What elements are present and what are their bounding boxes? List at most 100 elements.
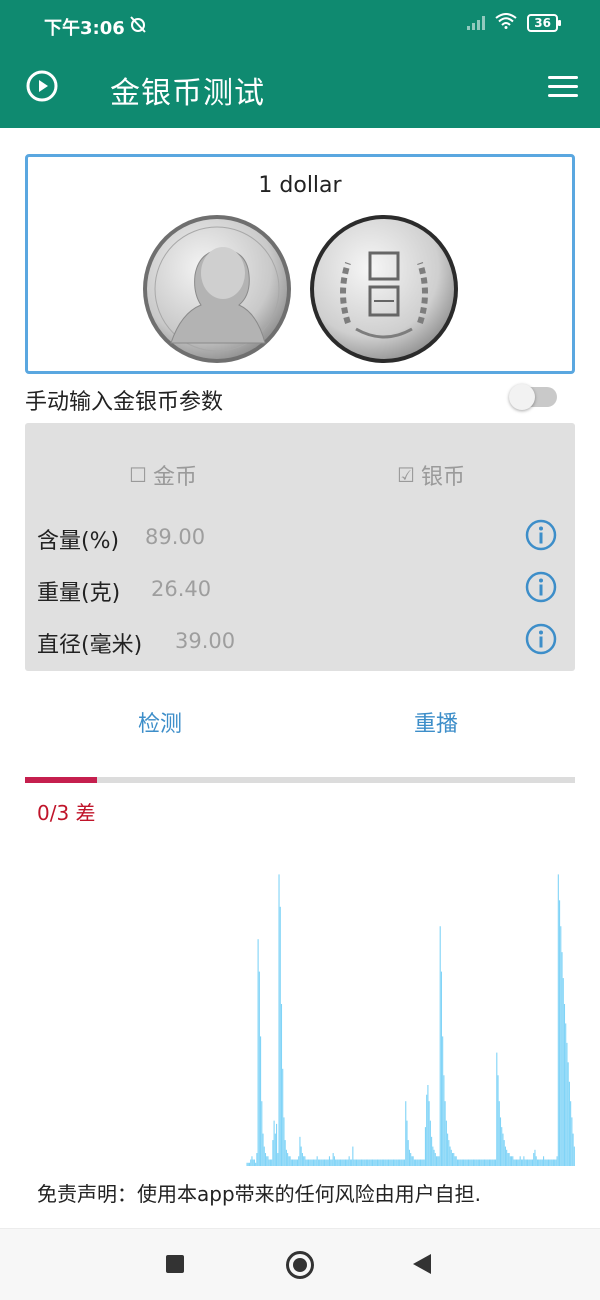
waveform-bar (464, 1159, 466, 1166)
progress-fill (25, 777, 97, 783)
waveform-bar (423, 1159, 425, 1166)
waveform-bar (408, 1149, 410, 1166)
battery-icon: 36 (527, 14, 561, 32)
gold-coin-checkbox[interactable]: ☐ 金币 (129, 459, 197, 491)
waveform-bar (368, 1159, 370, 1166)
coin-card[interactable]: 1 dollar (25, 154, 575, 374)
waveform-bar (269, 1159, 271, 1166)
waveform-bar (271, 1159, 273, 1166)
waveform-bar (316, 1156, 318, 1166)
waveform-bar (450, 1149, 452, 1166)
waveform-bar (354, 1159, 356, 1166)
purity-info-icon[interactable] (525, 519, 557, 551)
waveform-bar (342, 1159, 344, 1166)
waveform-bar (272, 1140, 274, 1166)
waveform-bar (438, 1156, 440, 1166)
waveform-bar (447, 1133, 449, 1166)
waveform-bar (374, 1159, 376, 1166)
diameter-field[interactable]: 39.00 (175, 629, 235, 653)
waveform-bar (386, 1159, 388, 1166)
waveform-bar (479, 1159, 481, 1166)
back-icon[interactable] (413, 1254, 431, 1274)
weight-info-icon[interactable] (525, 571, 557, 603)
detect-button[interactable]: 检测 (138, 706, 182, 738)
waveform-bar (310, 1159, 312, 1166)
waveform-bar (519, 1156, 521, 1166)
waveform-bar (529, 1159, 531, 1166)
waveform-bar (402, 1159, 404, 1166)
waveform-bar (476, 1159, 478, 1166)
waveform-bar (379, 1159, 381, 1166)
waveform-bar (428, 1101, 430, 1166)
waveform-bar (437, 1156, 439, 1166)
replay-button[interactable]: 重播 (414, 706, 458, 738)
waveform-bar (515, 1159, 518, 1166)
waveform-bar (483, 1159, 486, 1166)
silver-coin-checkbox[interactable]: ☑ 银币 (397, 459, 465, 491)
waveform-bar (475, 1159, 477, 1166)
waveform-bar (477, 1159, 479, 1166)
waveform-bar (362, 1159, 364, 1166)
waveform-bar (335, 1159, 337, 1166)
waveform-bar (561, 952, 563, 1166)
waveform-bar (292, 1159, 294, 1166)
waveform-bar (381, 1159, 383, 1166)
waveform-bar (333, 1156, 335, 1166)
waveform-bar (294, 1159, 296, 1166)
manual-input-toggle[interactable] (509, 384, 557, 410)
system-nav-bar (0, 1228, 600, 1300)
waveform-bar (471, 1159, 473, 1166)
waveform-bar (440, 971, 442, 1166)
waveform-bar (338, 1159, 340, 1166)
waveform-bar (311, 1159, 313, 1166)
waveform-bar (396, 1159, 398, 1166)
waveform-bar (530, 1159, 532, 1166)
waveform-bar (262, 1133, 264, 1166)
waveform-bar (538, 1159, 540, 1166)
waveform-bar (389, 1159, 391, 1166)
waveform-bar (282, 1068, 284, 1166)
coin-back-image (310, 215, 458, 363)
waveform-bar (459, 1159, 461, 1166)
play-circle-icon[interactable] (26, 70, 58, 102)
waveform-bar (295, 1159, 297, 1166)
waveform-bar (273, 1120, 275, 1166)
purity-field[interactable]: 89.00 (145, 525, 205, 549)
waveform-bar (401, 1159, 403, 1166)
waveform-bar (568, 1081, 570, 1166)
waveform-bar (547, 1159, 550, 1166)
menu-icon[interactable] (548, 76, 578, 98)
status-bar: 下午3:06 36 (0, 0, 600, 44)
weight-field[interactable]: 26.40 (151, 577, 211, 601)
waveform-bar (549, 1159, 551, 1166)
waveform-bar (327, 1159, 329, 1166)
waveform-bar (256, 1153, 258, 1166)
waveform-bar (544, 1159, 546, 1166)
diameter-info-icon[interactable] (525, 623, 557, 655)
waveform-bar (449, 1146, 451, 1166)
stop-icon[interactable] (166, 1255, 184, 1273)
waveform-bar (278, 874, 280, 1166)
waveform-bar (308, 1159, 310, 1166)
waveform-bar (501, 1127, 503, 1166)
waveform-bar (288, 1156, 290, 1166)
waveform-bar (314, 1159, 316, 1166)
waveform-bar (504, 1146, 506, 1166)
waveform-bar (384, 1159, 386, 1166)
waveform-bar (411, 1156, 413, 1166)
waveform-bar (369, 1159, 371, 1166)
waveform-bar (289, 1156, 291, 1166)
alarm-off-icon (128, 14, 148, 38)
waveform-bar (434, 1153, 436, 1166)
home-icon[interactable] (286, 1251, 314, 1279)
disclaimer-text: 免责声明：使用本app带来的任何风险由用户自担. (37, 1182, 482, 1206)
waveform-bar (319, 1159, 321, 1166)
waveform-bar (365, 1159, 367, 1166)
waveform-bar (337, 1159, 339, 1166)
waveform-bar (394, 1159, 396, 1166)
waveform-bar (495, 1159, 497, 1166)
waveform-bar (444, 1101, 446, 1166)
waveform-bar (325, 1159, 327, 1166)
waveform-bar (317, 1159, 319, 1166)
waveform-bar (562, 978, 564, 1166)
